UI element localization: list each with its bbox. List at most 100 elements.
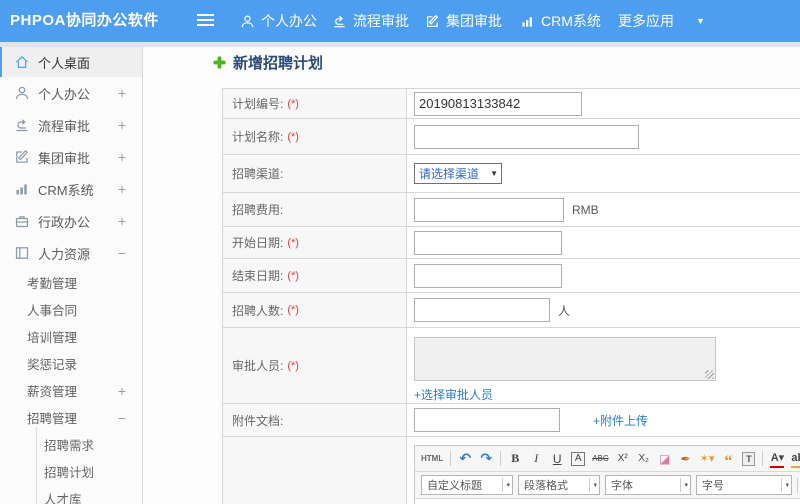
sidebar-item-personal-desktop[interactable]: 个人桌面: [0, 47, 142, 77]
attachment-upload-link[interactable]: +附件上传: [593, 412, 648, 429]
editor-select[interactable]: 自定义标题 ▾: [421, 475, 513, 495]
topmenu-workflow-approval[interactable]: 流程审批: [332, 0, 409, 42]
editor-toolbar-row1: HTML ↶ ↷ BIUA ABC X² X₂ ◪ ✒ ✶▾ “ T A▾ ab▾: [415, 446, 800, 472]
field-label: 招聘费用:: [232, 203, 284, 217]
required-mark: (*): [287, 269, 299, 282]
superscript-icon[interactable]: X²: [616, 450, 630, 468]
strikethrough-icon[interactable]: ABC: [592, 450, 608, 468]
sidebar-item-workflow-approval[interactable]: 流程审批 +: [0, 109, 142, 141]
field-label: 招聘人数:: [232, 303, 284, 318]
editor-select-label: 字号: [702, 480, 724, 492]
sidebar-item-recruit-plan[interactable]: 招聘计划: [0, 458, 142, 485]
edit-icon: [14, 149, 30, 165]
toolbar-separator: [797, 477, 798, 493]
plan-no-input[interactable]: [414, 91, 582, 116]
briefcase-icon: [14, 213, 30, 229]
topmenu-crm[interactable]: CRM系统: [520, 0, 601, 42]
channel-select[interactable]: 请选择渠道 ▼: [414, 163, 502, 184]
font-border-icon[interactable]: A: [571, 451, 586, 466]
eraser-icon[interactable]: ◪: [658, 450, 672, 468]
undo-icon[interactable]: ↶: [458, 450, 472, 468]
plan-name-input[interactable]: [414, 124, 639, 149]
auto-typeset-icon[interactable]: ✶▾: [700, 450, 715, 468]
app-logo: PHPOA协同办公软件: [10, 12, 159, 29]
required-mark: (*): [287, 97, 299, 110]
required-mark: (*): [287, 304, 299, 316]
form-row-channel: 招聘渠道: 请选择渠道 ▼: [223, 155, 800, 193]
rich-text-editor: HTML ↶ ↷ BIUA ABC X² X₂ ◪ ✒ ✶▾ “ T A▾ ab▾ 自定义标题 ▾ 段落格式 ▾…: [414, 445, 800, 504]
expand-icon[interactable]: +: [118, 117, 126, 133]
font-color-icon[interactable]: A▾: [770, 450, 785, 468]
choose-approvers-link[interactable]: +选择审批人员: [414, 386, 493, 403]
editor-content-area[interactable]: [415, 499, 800, 504]
fee-input[interactable]: [414, 197, 564, 222]
form-row-editor: HTML ↶ ↷ BIUA ABC X² X₂ ◪ ✒ ✶▾ “ T A▾ ab▾ 自定义标题 ▾ 段落格式 ▾…: [223, 437, 800, 504]
topmenu-more-apps[interactable]: 更多应用 ▼: [618, 0, 705, 42]
form-row-start-date: 开始日期: (*): [223, 227, 800, 259]
sidebar-item-hr-contract[interactable]: 人事合同: [0, 296, 142, 323]
field-label: 计划编号:: [232, 97, 284, 111]
topmenu-group-approval[interactable]: 集团审批: [425, 0, 502, 42]
sidebar-item-crm[interactable]: CRM系统 +: [0, 173, 142, 205]
highlight-color-icon[interactable]: ab▾: [791, 450, 800, 468]
expand-icon[interactable]: +: [118, 383, 126, 399]
user-icon: [240, 14, 255, 29]
expand-icon[interactable]: +: [118, 149, 126, 165]
sidebar-item-admin-office[interactable]: 行政办公 +: [0, 205, 142, 237]
html-icon[interactable]: HTML: [421, 450, 443, 468]
collapse-icon[interactable]: −: [118, 245, 126, 261]
hamburger-menu-icon[interactable]: [197, 14, 214, 27]
form-row-fee: 招聘费用: RMB: [223, 193, 800, 227]
form-row-plan-name: 计划名称: (*): [223, 119, 800, 155]
sidebar-item-salary[interactable]: 薪资管理 +: [0, 377, 142, 404]
sidebar-item-rewards[interactable]: 奖惩记录: [0, 350, 142, 377]
home-icon: [14, 54, 30, 70]
editor-select-label: 段落格式: [524, 480, 568, 492]
approvers-textarea[interactable]: [414, 337, 716, 381]
end-date-input[interactable]: [414, 263, 562, 288]
format-painter-icon[interactable]: ✒: [679, 450, 693, 468]
sidebar-item-recruit-mgmt[interactable]: 招聘管理 −: [0, 404, 142, 431]
attachment-input[interactable]: [414, 408, 560, 432]
page-title: 新增招聘计划: [213, 52, 323, 73]
app-window: PHPOA协同办公软件 个人办公 流程审批 集团审批 CRM系统 更多应用 ▼ …: [0, 0, 800, 504]
expand-icon[interactable]: +: [118, 213, 126, 229]
top-bar: PHPOA协同办公软件 个人办公 流程审批 集团审批 CRM系统 更多应用 ▼: [0, 0, 800, 42]
editor-select[interactable]: 段落格式 ▾: [518, 475, 600, 495]
sidebar-item-personal-office[interactable]: 个人办公 +: [0, 77, 142, 109]
sidebar: 个人桌面 个人办公 + 流程审批 + 集团审批 + CRM系统 + 行政办公 +: [0, 47, 143, 504]
blockquote-icon[interactable]: “: [721, 450, 735, 469]
resize-grip[interactable]: [705, 370, 714, 379]
form-row-headcount: 招聘人数: (*) 人: [223, 293, 800, 328]
required-mark: (*): [287, 236, 299, 249]
field-label: 结束日期:: [232, 269, 284, 283]
expand-icon[interactable]: +: [118, 85, 126, 101]
paste-as-text-icon[interactable]: T: [742, 451, 756, 466]
editor-select-label: 字体: [611, 480, 633, 492]
form-row-approvers: 审批人员: (*) +选择审批人员: [223, 328, 800, 404]
sidebar-item-recruit-need[interactable]: 招聘需求: [0, 431, 142, 458]
plus-icon: [213, 56, 226, 69]
topmenu-personal-office[interactable]: 个人办公: [240, 0, 317, 42]
caret-down-icon: ▾: [680, 478, 688, 492]
bold-icon[interactable]: B: [508, 450, 522, 468]
toolbar-separator: [500, 451, 502, 466]
sidebar-item-talent-pool[interactable]: 人才库: [0, 485, 142, 504]
sidebar-item-hr[interactable]: 人力资源 −: [0, 237, 142, 269]
expand-icon[interactable]: +: [118, 181, 126, 197]
sidebar-item-attendance[interactable]: 考勤管理: [0, 269, 142, 296]
headcount-input[interactable]: [414, 298, 550, 322]
caret-down-icon: ▾: [589, 478, 597, 492]
editor-select[interactable]: 字体 ▾: [605, 475, 691, 495]
sidebar-item-training[interactable]: 培训管理: [0, 323, 142, 350]
start-date-input[interactable]: [414, 230, 562, 255]
flow-icon: [332, 14, 347, 29]
italic-icon[interactable]: I: [529, 450, 543, 468]
sidebar-item-group-approval[interactable]: 集团审批 +: [0, 141, 142, 173]
editor-select[interactable]: 字号 ▾: [696, 475, 792, 495]
edit-icon: [425, 14, 440, 29]
redo-icon[interactable]: ↷: [479, 450, 493, 468]
collapse-icon[interactable]: −: [118, 410, 126, 426]
underline-icon[interactable]: U: [550, 450, 564, 468]
subscript-icon[interactable]: X₂: [637, 450, 651, 468]
